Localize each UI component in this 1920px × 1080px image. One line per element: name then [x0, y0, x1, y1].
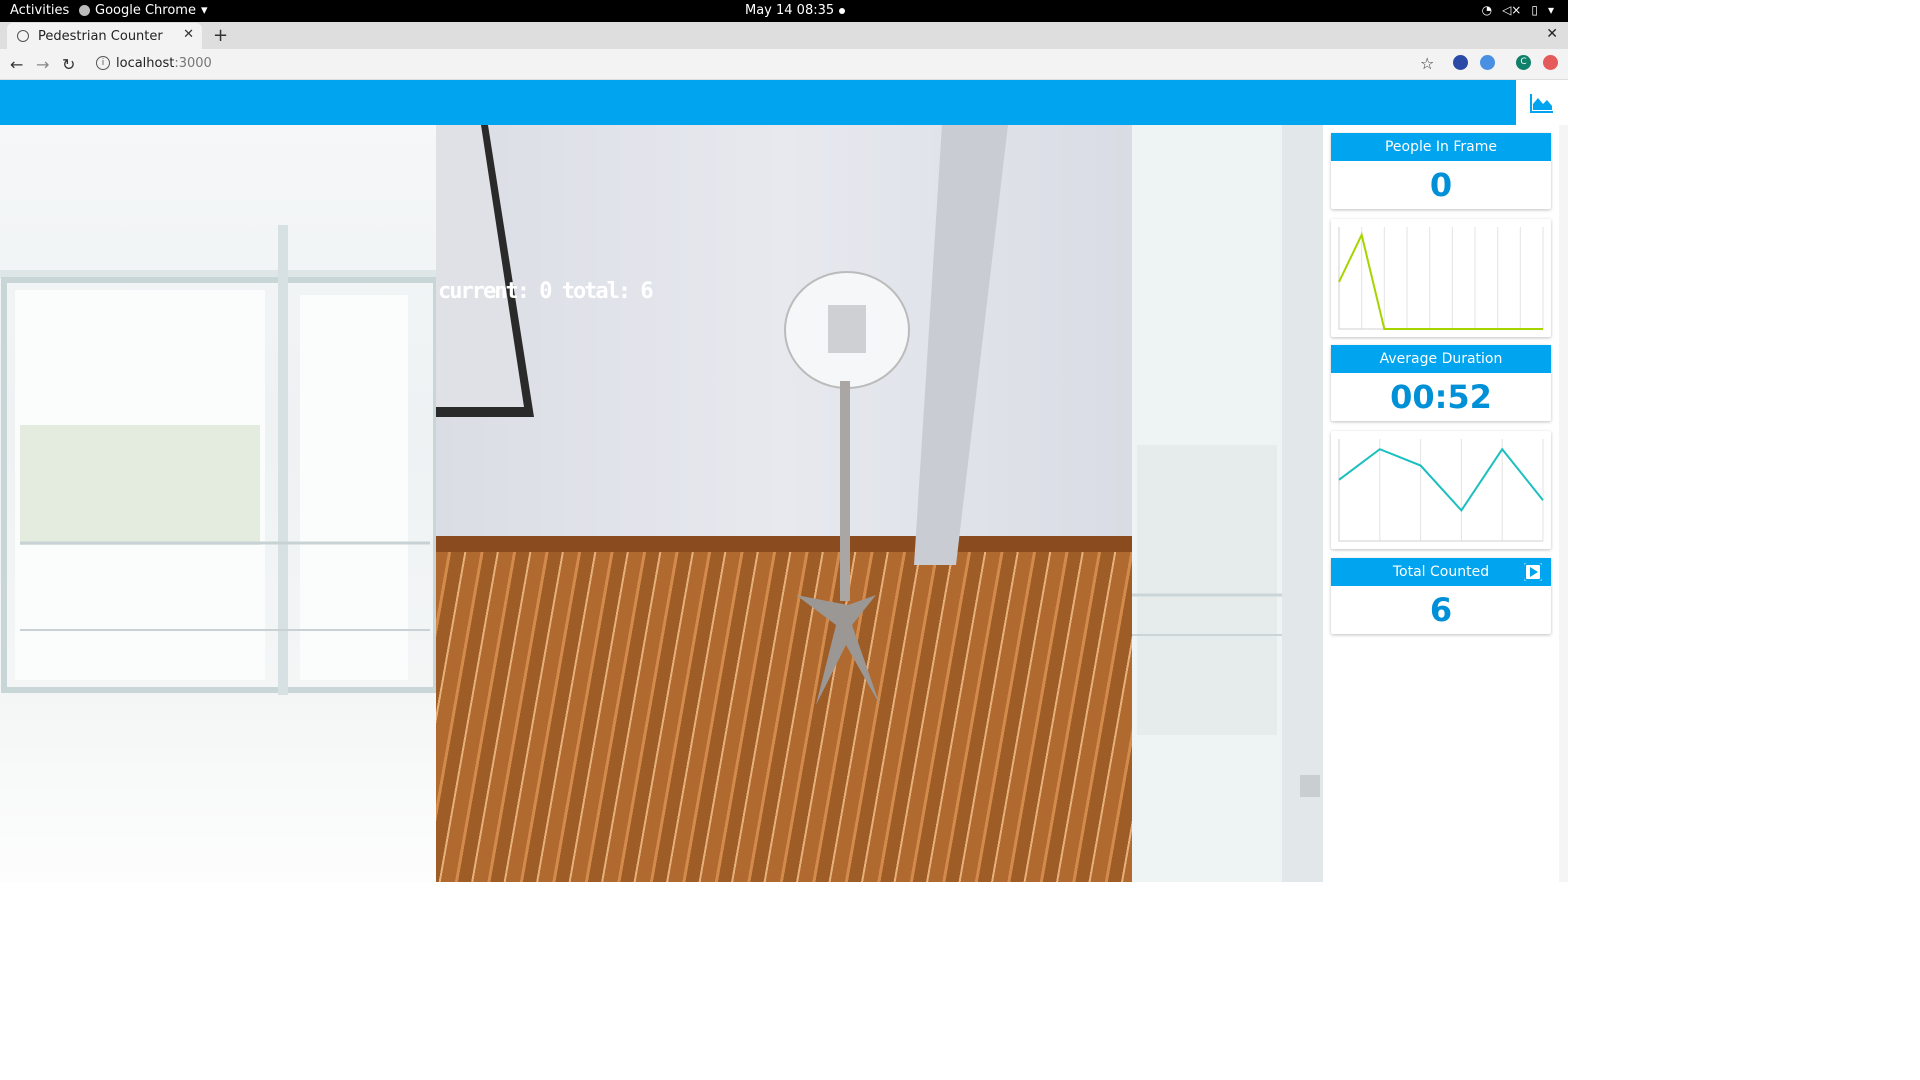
chart-series-line	[1338, 231, 1543, 330]
people-chart-svg	[1338, 227, 1544, 330]
people-in-frame-card: People In Frame 0	[1331, 133, 1551, 209]
video-overlay-text: current: 0 total: 6	[438, 279, 654, 304]
app-menu-label: Google Chrome	[95, 3, 196, 18]
extension-icon[interactable]	[1480, 55, 1495, 70]
chrome-icon	[79, 5, 90, 16]
system-tray[interactable]: ◔ ◁× ▯ ▾	[1482, 3, 1554, 17]
window-close-button[interactable]: ✕	[1546, 26, 1558, 42]
reload-button[interactable]: ↻	[62, 55, 75, 74]
average-duration-card: Average Duration 00:52	[1331, 345, 1551, 421]
extension-icon[interactable]	[1453, 55, 1468, 70]
caret-down-icon: ▾	[200, 3, 208, 18]
tab-strip: Pedestrian Counter ✕ + ✕	[0, 22, 1568, 49]
os-top-bar: Activities Google Chrome ▾ May 14 08:35 …	[0, 0, 1568, 22]
average-duration-label: Average Duration	[1331, 345, 1551, 373]
duration-chart-svg	[1338, 439, 1544, 542]
average-duration-value: 00:52	[1390, 378, 1492, 416]
extension-icon[interactable]	[1543, 55, 1558, 70]
video-feed: current: 0 total: 6	[436, 125, 1132, 882]
stats-sidebar: People In Frame 0 Average Duration 00:52…	[1323, 125, 1559, 882]
wifi-icon: ◔	[1481, 3, 1493, 17]
battery-icon: ▯	[1531, 3, 1538, 17]
chart-axis	[1338, 439, 1543, 542]
total-counted-card: Total Counted 6	[1331, 558, 1551, 634]
chart-toggle-button[interactable]	[1516, 80, 1568, 125]
volume-muted-icon: ◁×	[1502, 3, 1522, 17]
globe-icon	[17, 30, 29, 42]
record-play-button[interactable]	[1524, 563, 1542, 581]
play-icon	[1524, 563, 1542, 581]
profile-avatar[interactable]: C	[1516, 55, 1531, 70]
area-chart-icon	[1530, 93, 1553, 113]
clock-label: May 14 08:35	[745, 3, 835, 18]
back-button[interactable]: ←	[10, 55, 23, 74]
total-counted-header: Total Counted	[1331, 558, 1551, 586]
background-image-left	[0, 125, 439, 882]
url-port: :3000	[174, 56, 212, 71]
activities-button[interactable]: Activities	[10, 3, 69, 18]
scrollbar[interactable]	[1559, 125, 1568, 882]
background-image-right	[1132, 125, 1323, 882]
chart-series-line	[1338, 447, 1544, 513]
average-duration-chart	[1331, 431, 1551, 549]
people-in-frame-chart	[1331, 219, 1551, 337]
recording-dot-icon	[839, 7, 846, 14]
site-info-icon[interactable]: i	[96, 56, 110, 70]
chart-axis	[1338, 227, 1543, 330]
new-tab-button[interactable]: +	[213, 25, 228, 46]
people-in-frame-label: People In Frame	[1331, 133, 1551, 161]
video-area: current: 0 total: 6	[0, 125, 1323, 882]
bookmark-star-icon[interactable]: ☆	[1420, 54, 1434, 73]
app-menu[interactable]: Google Chrome ▾	[79, 3, 208, 18]
people-in-frame-value: 0	[1429, 166, 1453, 204]
tab-title: Pedestrian Counter	[38, 28, 163, 44]
video-scene	[436, 125, 1008, 705]
app-header	[0, 80, 1568, 125]
url-host: localhost	[116, 56, 175, 71]
tab-close-icon[interactable]: ✕	[183, 27, 194, 42]
browser-tab[interactable]: Pedestrian Counter ✕	[7, 23, 202, 49]
caret-down-icon: ▾	[1547, 3, 1554, 17]
forward-button[interactable]: →	[36, 55, 49, 74]
clock[interactable]: May 14 08:35	[745, 3, 846, 18]
address-bar[interactable]: localhost:3000	[116, 56, 212, 71]
total-counted-value: 6	[1429, 591, 1453, 629]
browser-toolbar: ← → ↻ i localhost:3000 ☆ C	[0, 49, 1568, 80]
total-counted-label: Total Counted	[1392, 564, 1490, 580]
